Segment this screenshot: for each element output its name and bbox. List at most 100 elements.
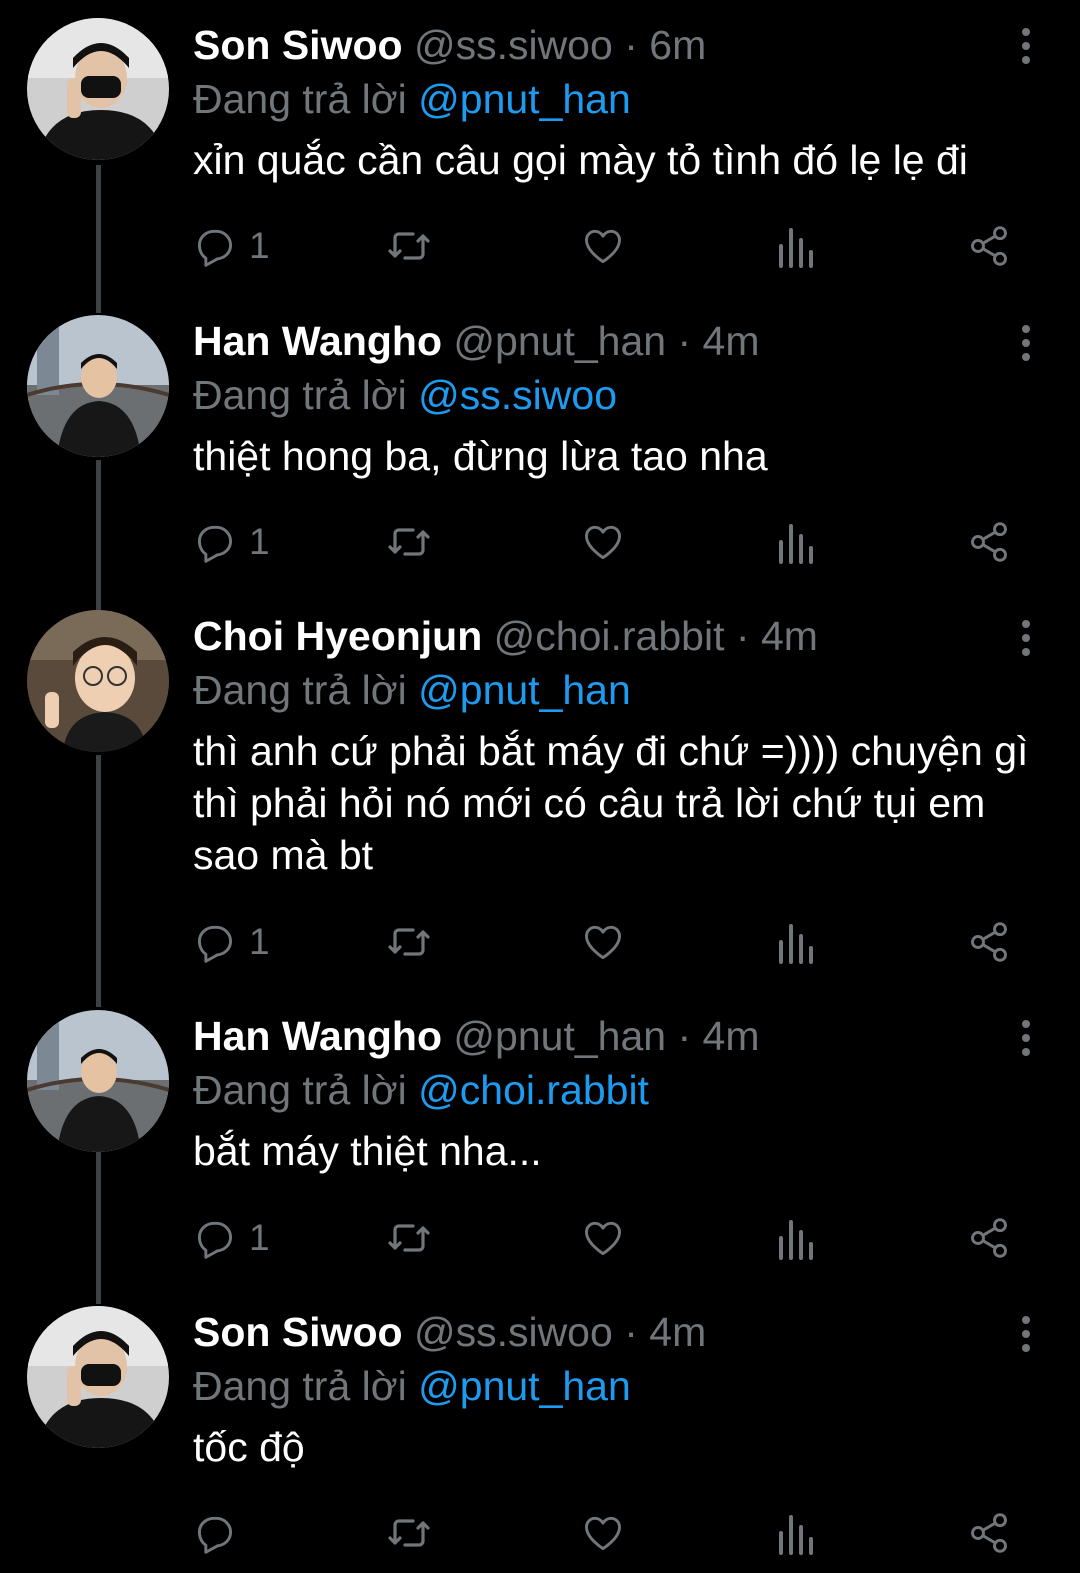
author-handle[interactable]: @pnut_han — [453, 318, 666, 364]
retweet-button[interactable] — [385, 914, 433, 970]
reply-icon — [197, 525, 233, 563]
reply-icon — [197, 1221, 233, 1259]
tweet-header: Son Siwoo @ss.siwoo · 4m — [193, 1305, 1040, 1359]
reply-count: 1 — [249, 225, 270, 266]
tweet-header: Son Siwoo @ss.siwoo · 6m — [193, 18, 1040, 72]
views-button[interactable] — [775, 514, 815, 570]
tweet-text: bắt máy thiệt nha... — [193, 1128, 542, 1174]
action-bar: 1 — [193, 514, 1023, 570]
tweet[interactable]: Han Wangho @pnut_han · 4m Đang trả lời @… — [0, 295, 1080, 590]
replying-to-label: Đang trả lời — [193, 667, 407, 713]
tweet-header: Han Wangho @pnut_han · 4m — [193, 314, 1040, 368]
share-icon — [971, 226, 1007, 266]
tweet[interactable]: Son Siwoo @ss.siwoo · 6m Đang trả lời @p… — [0, 0, 1080, 295]
reply-icon — [197, 1516, 233, 1554]
like-button[interactable] — [581, 514, 625, 570]
views-icon — [779, 1515, 813, 1555]
share-button[interactable] — [967, 218, 1011, 274]
retweet-icon — [388, 1519, 430, 1547]
avatar-han-wangho[interactable] — [27, 1010, 169, 1152]
share-icon — [971, 922, 1007, 962]
like-button[interactable] — [581, 218, 625, 274]
replying-to-label: Đang trả lời — [193, 372, 407, 418]
views-button[interactable] — [775, 1505, 815, 1561]
timestamp[interactable]: 6m — [649, 22, 706, 68]
reply-button[interactable]: 1 — [193, 514, 270, 570]
replying-to: Đang trả lời @pnut_han — [193, 663, 1040, 717]
mention-link[interactable]: @choi.rabbit — [418, 1067, 649, 1113]
like-icon — [585, 1221, 621, 1256]
action-bar: 1 — [193, 1210, 1023, 1266]
reply-button[interactable]: 1 — [193, 914, 270, 970]
separator-dot: · — [677, 318, 692, 364]
mention-link[interactable]: @pnut_han — [418, 667, 631, 713]
mention-link[interactable]: @pnut_han — [418, 1363, 631, 1409]
like-icon — [585, 925, 621, 960]
like-icon — [585, 1516, 621, 1551]
timestamp[interactable]: 4m — [761, 613, 818, 659]
separator-dot: · — [735, 613, 750, 659]
retweet-button[interactable] — [385, 1210, 433, 1266]
author-handle[interactable]: @pnut_han — [453, 1013, 666, 1059]
like-button[interactable] — [581, 1505, 625, 1561]
avatar-son-siwoo[interactable] — [27, 1306, 169, 1448]
reply-count: 1 — [249, 521, 270, 562]
avatar-son-siwoo[interactable] — [27, 18, 169, 160]
avatar-han-wangho[interactable] — [27, 315, 169, 457]
tweet-text: tốc độ — [193, 1424, 305, 1470]
like-icon — [585, 525, 621, 560]
share-button[interactable] — [967, 914, 1011, 970]
retweet-button[interactable] — [385, 514, 433, 570]
views-icon — [779, 524, 813, 564]
author-name[interactable]: Son Siwoo — [193, 1309, 403, 1355]
views-button[interactable] — [775, 218, 815, 274]
views-icon — [779, 924, 813, 964]
replying-to-label: Đang trả lời — [193, 1067, 407, 1113]
tweet-header: Choi Hyeonjun @choi.rabbit · 4m — [193, 609, 1040, 663]
retweet-icon — [388, 528, 430, 556]
replying-to-label: Đang trả lời — [193, 76, 407, 122]
mention-link[interactable]: @pnut_han — [418, 76, 631, 122]
author-name[interactable]: Son Siwoo — [193, 22, 403, 68]
author-handle[interactable]: @choi.rabbit — [494, 613, 725, 659]
timestamp[interactable]: 4m — [703, 1013, 760, 1059]
reply-button[interactable]: 1 — [193, 1210, 270, 1266]
retweet-button[interactable] — [385, 1505, 433, 1561]
reply-count: 1 — [249, 1217, 270, 1258]
share-button[interactable] — [967, 514, 1011, 570]
tweet-text: xỉn quắc cần câu gọi mày tỏ tình đó lẹ l… — [193, 137, 968, 183]
share-button[interactable] — [967, 1505, 1011, 1561]
replying-to: Đang trả lời @pnut_han — [193, 1359, 1040, 1413]
share-button[interactable] — [967, 1210, 1011, 1266]
author-name[interactable]: Choi Hyeonjun — [193, 613, 482, 659]
share-icon — [971, 1513, 1007, 1553]
share-icon — [971, 1218, 1007, 1258]
timestamp[interactable]: 4m — [703, 318, 760, 364]
like-icon — [585, 229, 621, 264]
avatar-choi-hyeonjun[interactable] — [27, 610, 169, 752]
reply-button[interactable]: 1 — [193, 218, 270, 274]
views-button[interactable] — [775, 1210, 815, 1266]
author-name[interactable]: Han Wangho — [193, 318, 442, 364]
replying-to: Đang trả lời @ss.siwoo — [193, 368, 1040, 422]
reply-button[interactable] — [193, 1505, 249, 1561]
like-button[interactable] — [581, 1210, 625, 1266]
author-handle[interactable]: @ss.siwoo — [414, 22, 613, 68]
tweet[interactable]: Choi Hyeonjun @choi.rabbit · 4m Đang trả… — [0, 590, 1080, 990]
tweet[interactable]: Han Wangho @pnut_han · 4m Đang trả lời @… — [0, 990, 1080, 1285]
replying-to-label: Đang trả lời — [193, 1363, 407, 1409]
action-bar: 1 — [193, 914, 1023, 970]
author-name[interactable]: Han Wangho — [193, 1013, 442, 1059]
tweet[interactable]: Son Siwoo @ss.siwoo · 4m Đang trả lời @p… — [0, 1285, 1080, 1573]
replying-to: Đang trả lời @pnut_han — [193, 72, 1040, 126]
reply-thread: Son Siwoo @ss.siwoo · 6m Đang trả lời @p… — [0, 0, 1080, 1573]
mention-link[interactable]: @ss.siwoo — [418, 372, 617, 418]
author-handle[interactable]: @ss.siwoo — [414, 1309, 613, 1355]
action-bar — [193, 1505, 1023, 1561]
timestamp[interactable]: 4m — [649, 1309, 706, 1355]
tweet-header: Han Wangho @pnut_han · 4m — [193, 1009, 1040, 1063]
views-button[interactable] — [775, 914, 815, 970]
share-icon — [971, 522, 1007, 562]
like-button[interactable] — [581, 914, 625, 970]
retweet-button[interactable] — [385, 218, 433, 274]
